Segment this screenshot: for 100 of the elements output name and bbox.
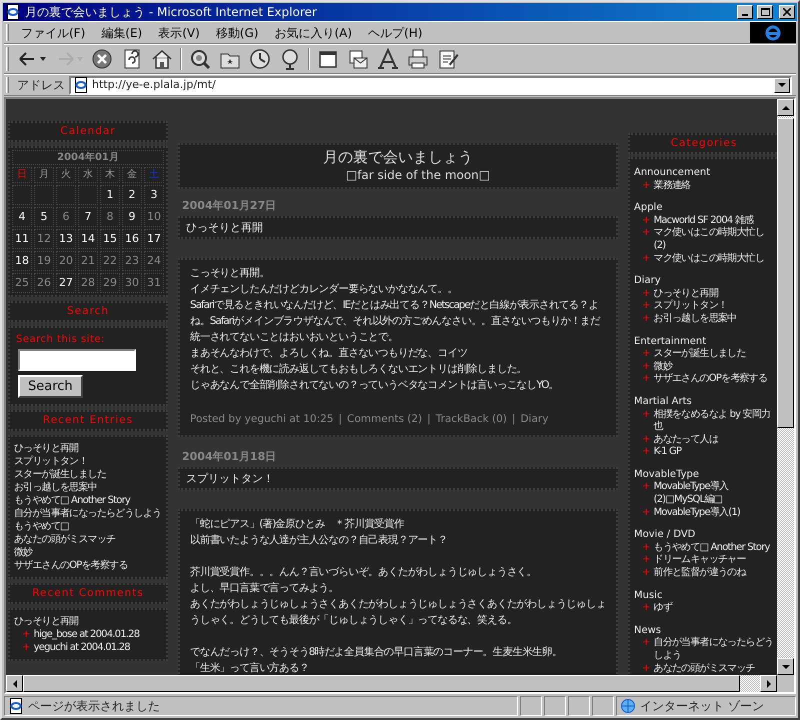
entry-link[interactable]: スターが誕生しました bbox=[654, 348, 746, 361]
entry-link[interactable]: 微妙 bbox=[654, 360, 672, 374]
status-pane bbox=[544, 696, 566, 716]
category-link[interactable]: Martial Arts bbox=[634, 396, 774, 408]
entry-link[interactable]: お引っ越しを思案中 bbox=[14, 481, 162, 494]
mail-icon bbox=[347, 48, 369, 70]
dropdown-button[interactable] bbox=[774, 78, 790, 92]
panel-title: Recent Comments bbox=[8, 583, 168, 604]
calendar-day-link[interactable]: 1 bbox=[100, 185, 120, 205]
weekday-label: 水 bbox=[78, 167, 98, 183]
bullet-mark: + bbox=[642, 446, 650, 459]
post-text: イメチェンしたんだけどカレンダー要らないかななんて。。 bbox=[190, 282, 458, 297]
post-text: 「蛇にピアス」(著)金原ひとみ ＊芥川賞受賞作 bbox=[190, 517, 406, 532]
entry-link[interactable]: あなたの頭がミスマッチ bbox=[14, 533, 162, 546]
vertical-scrollbar[interactable] bbox=[777, 99, 794, 675]
post-link[interactable]: Diary bbox=[520, 411, 548, 427]
comment-link[interactable]: yeguchi at 2004.01.28 bbox=[34, 641, 130, 654]
post-link[interactable]: Comments (2) bbox=[347, 411, 422, 427]
panel-title: Search bbox=[8, 301, 168, 322]
entry-link[interactable]: ひっそりと再開 bbox=[654, 288, 718, 300]
entry-link[interactable]: もうやめて□ Another Story bbox=[14, 494, 162, 507]
weekday-label: 木 bbox=[100, 167, 120, 183]
entry-link[interactable]: あなたの頭がミスマッチ bbox=[654, 662, 755, 675]
calendar-day: 6 bbox=[56, 207, 76, 227]
entry-link[interactable]: スプリットタン！ bbox=[14, 455, 162, 468]
search-button[interactable]: Search bbox=[18, 375, 83, 398]
calendar-day-link[interactable]: 7 bbox=[78, 207, 98, 227]
bullet-mark: + bbox=[642, 312, 650, 326]
menu-item[interactable]: 表示(V) bbox=[150, 24, 208, 42]
entry-link[interactable]: 相撲をなめるなよ by 安岡力也 bbox=[654, 408, 774, 434]
entry-link[interactable]: ゆず bbox=[654, 602, 672, 615]
calendar-day-link[interactable]: 13 bbox=[56, 229, 76, 249]
entry-link[interactable]: スプリットタン！ bbox=[654, 300, 728, 313]
entry-link[interactable]: もうやめて□ Another Story bbox=[654, 542, 770, 554]
entry-link[interactable]: 自分が当事者になったらどうしよう bbox=[14, 507, 162, 520]
horizontal-scrollbar[interactable] bbox=[6, 675, 777, 692]
calendar-day-link[interactable]: 17 bbox=[144, 229, 164, 249]
calendar-day-link[interactable]: 5 bbox=[34, 207, 54, 227]
maximize-button[interactable] bbox=[757, 5, 773, 19]
address-field[interactable]: http://ye-e.plala.jp/mt/ bbox=[69, 76, 792, 94]
minimize-button[interactable] bbox=[737, 5, 753, 19]
entry-link[interactable]: あなたって人は bbox=[654, 434, 718, 446]
category-link[interactable]: Announcement bbox=[634, 167, 774, 180]
entry-link[interactable]: サザエさんのOPを考察する bbox=[14, 559, 162, 572]
close-icon bbox=[783, 8, 791, 16]
calendar-day: 28 bbox=[78, 273, 98, 293]
separator-text: | bbox=[512, 412, 516, 427]
entry-link[interactable]: マク使いはこの時期大忙し(2) bbox=[654, 227, 774, 253]
post-text: 以前書いたような人達が主人公なの？自己表現？アート？ bbox=[190, 533, 448, 548]
calendar-day-link[interactable]: 2 bbox=[122, 185, 142, 205]
entry-link[interactable]: お引っ越しを思案中 bbox=[654, 312, 736, 326]
post-link[interactable]: TrackBack (0) bbox=[436, 411, 507, 427]
entry-link[interactable]: 業務連絡 bbox=[654, 180, 690, 192]
entry-link[interactable]: サザエさんのOPを考察する bbox=[654, 373, 768, 386]
calendar-day-link[interactable]: 27 bbox=[56, 273, 76, 293]
entry-link[interactable]: ひっそりと再開 bbox=[14, 615, 162, 628]
menu-item[interactable]: 編集(E) bbox=[93, 24, 150, 42]
weekday-label: 日 bbox=[12, 167, 32, 183]
calendar-day-link[interactable]: 18 bbox=[12, 251, 32, 271]
category-link[interactable]: Entertainment bbox=[634, 336, 774, 348]
menu-item[interactable]: 移動(G) bbox=[208, 24, 266, 42]
menu-item[interactable]: お気に入り(A) bbox=[266, 24, 360, 42]
calendar-day-link[interactable]: 15 bbox=[100, 229, 120, 249]
entry-link[interactable]: MovableType導入(2)□MySQL編□ bbox=[654, 481, 774, 507]
menu-item[interactable]: ヘルプ(H) bbox=[360, 24, 430, 42]
calendar-day-link[interactable]: 4 bbox=[12, 207, 32, 227]
entry-link[interactable]: K-1 GP bbox=[654, 446, 682, 459]
calendar-day-link[interactable]: 9 bbox=[122, 207, 142, 227]
entry-link[interactable]: Macworld SF 2004 雑感 bbox=[654, 214, 754, 228]
entry-link[interactable]: 前作と監督が違うのね bbox=[654, 567, 746, 580]
calendar-day-link[interactable]: 3 bbox=[144, 185, 164, 205]
calendar-day-link[interactable]: 16 bbox=[122, 229, 142, 249]
entry-link[interactable]: もうやめて□ bbox=[14, 520, 162, 533]
entry-link[interactable]: 微妙 bbox=[14, 546, 162, 559]
category-link[interactable]: News bbox=[634, 624, 774, 638]
menu-item[interactable]: ファイル(F) bbox=[13, 24, 94, 42]
entry-link[interactable]: 自分が当事者になったらどうしよう bbox=[654, 637, 774, 663]
entry-link[interactable]: ひっそりと再開 bbox=[14, 442, 162, 455]
category-link[interactable]: Apple bbox=[634, 202, 774, 215]
panel-title: Categories bbox=[628, 133, 777, 154]
search-icon bbox=[189, 48, 211, 70]
post-text: でなんだっけ？、そうそう8時だよ全員集合の早口言葉のコーナー。生麦生米生卵。 bbox=[190, 645, 563, 660]
calendar-day-link[interactable]: 14 bbox=[78, 229, 98, 249]
category-link[interactable]: Music bbox=[634, 590, 774, 602]
bullet-mark: + bbox=[642, 481, 650, 494]
category-link[interactable]: MovableType bbox=[634, 468, 774, 482]
entry-link[interactable]: MovableType導入(1) bbox=[654, 506, 740, 520]
calendar-day-link[interactable]: 11 bbox=[12, 229, 32, 249]
close-button[interactable] bbox=[779, 5, 795, 19]
category-link[interactable]: Movie / DVD bbox=[634, 529, 774, 542]
category-link[interactable]: Diary bbox=[634, 275, 774, 288]
search-field[interactable] bbox=[18, 349, 136, 371]
entry-link[interactable]: マク使いはこの時期大忙し bbox=[654, 252, 764, 266]
calendar-day: 10 bbox=[144, 207, 164, 227]
blog-title: 月の裏で会いましょう bbox=[322, 147, 474, 167]
post-text: じゃあなんで全部削除されてないの？っていうベタなコメントは言いっこなしYO。 bbox=[190, 378, 560, 393]
bullet-mark: + bbox=[642, 542, 650, 554]
entry-link[interactable]: スターが誕生しました bbox=[14, 468, 162, 481]
entry-link[interactable]: ドリームキャッチャー bbox=[654, 554, 746, 568]
comment-link[interactable]: hige_bose at 2004.01.28 bbox=[34, 628, 140, 641]
